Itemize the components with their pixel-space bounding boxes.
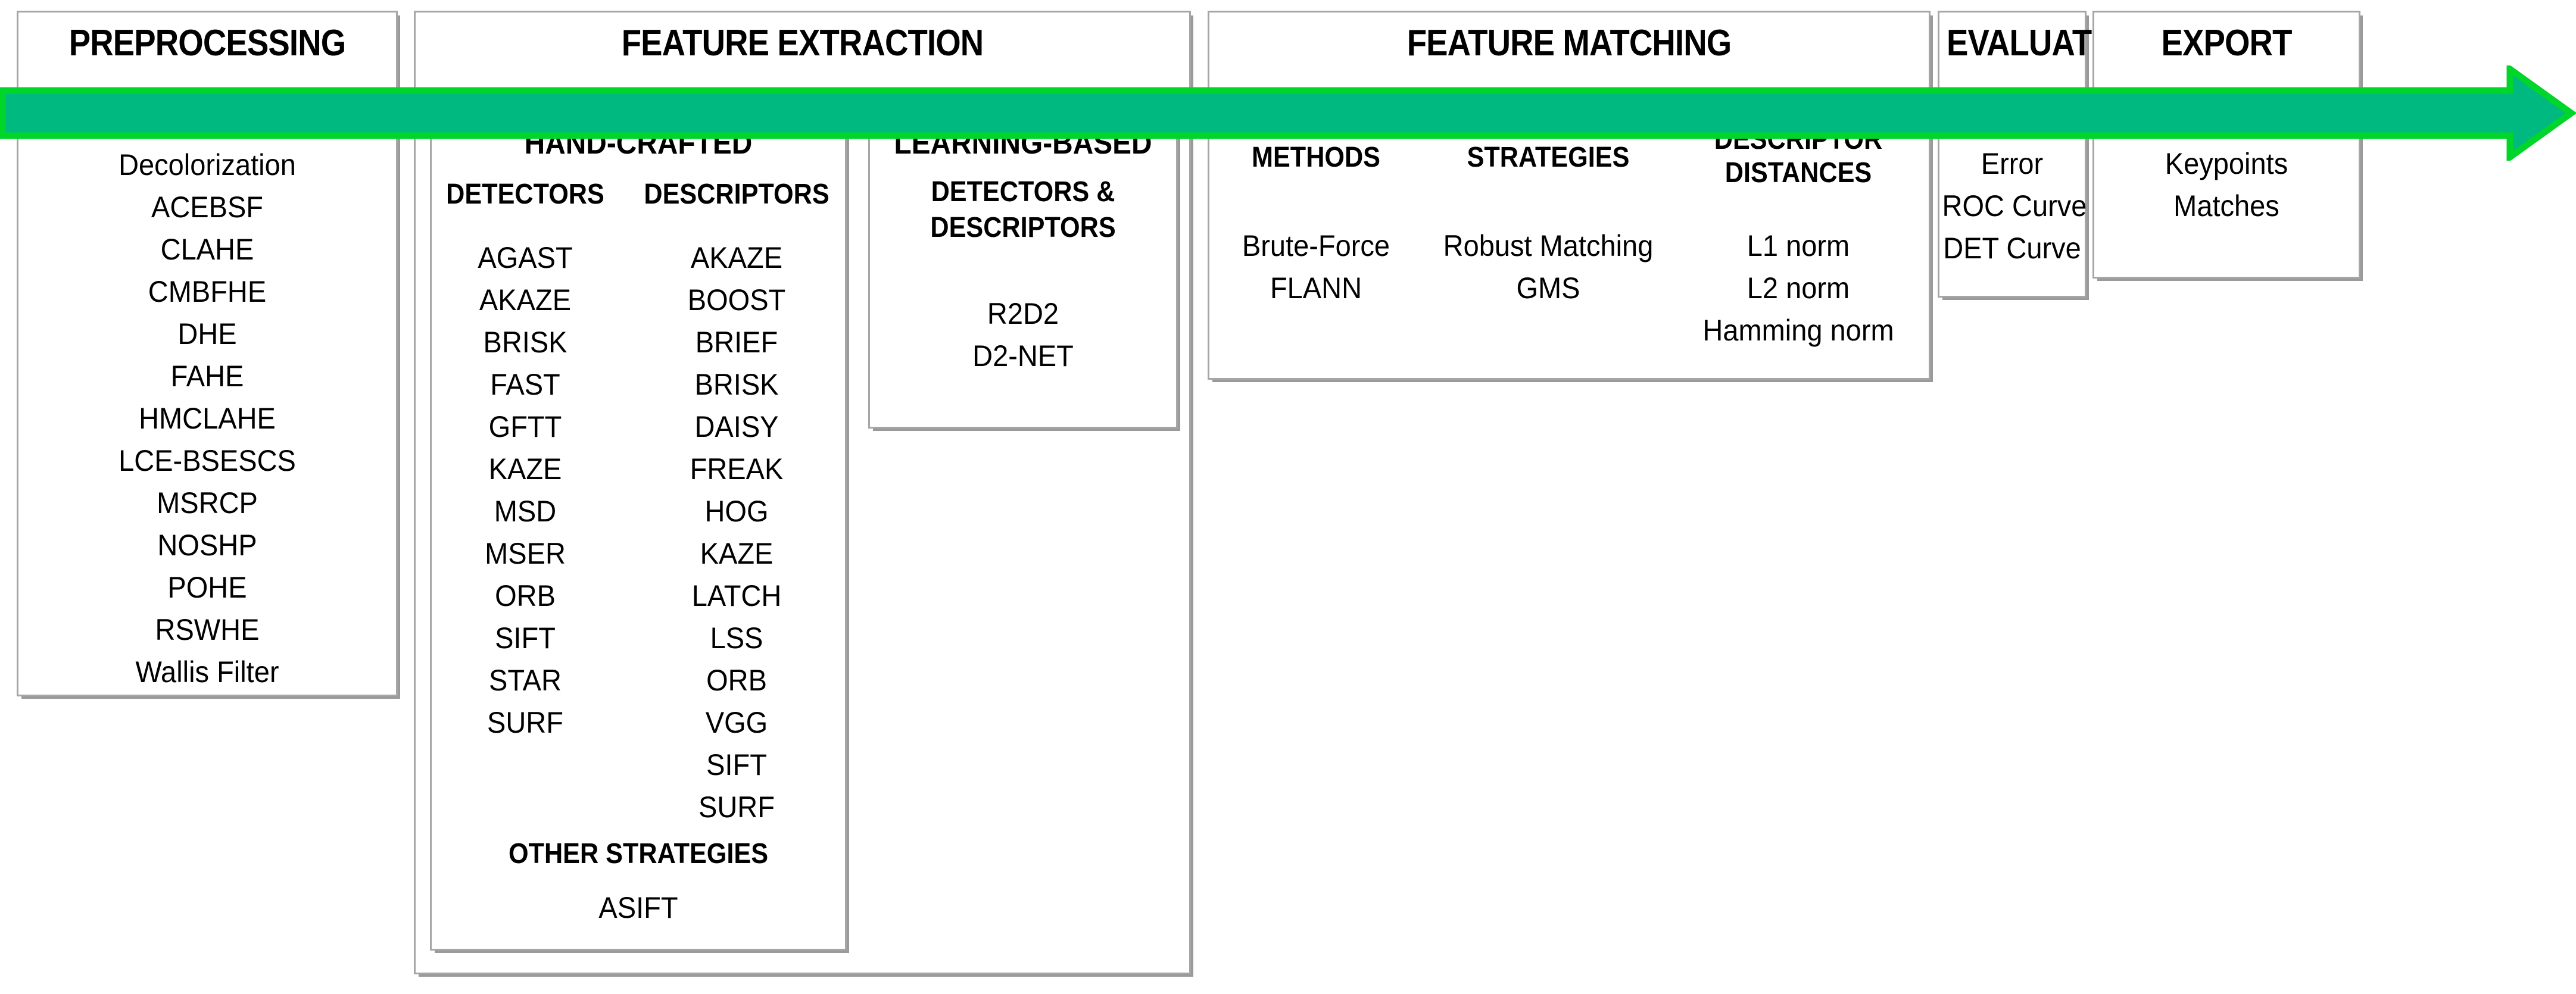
list-item: NOSHP <box>157 529 257 562</box>
list-item: GMS <box>1516 271 1580 305</box>
item-list-strategies: Robust Matching GMS <box>1436 225 1660 310</box>
list-item: AKAZE <box>479 283 572 317</box>
column-header-descriptor-distances-line2: DISTANCES <box>1724 157 1872 189</box>
stage-title-feature-extraction: FEATURE EXTRACTION <box>621 23 984 64</box>
list-item: Robust Matching <box>1443 229 1654 262</box>
list-item: L1 norm <box>1747 229 1850 262</box>
list-item: GFTT <box>488 410 562 443</box>
list-item: Matches <box>2173 189 2279 223</box>
list-item: D2-NET <box>972 339 1074 373</box>
list-item: MSRCP <box>157 486 258 520</box>
list-item: POHE <box>167 571 247 604</box>
list-item: LSS <box>710 621 763 655</box>
list-item: FLANN <box>1270 271 1362 305</box>
list-item: AGAST <box>478 241 573 274</box>
list-item: STAR <box>489 664 562 697</box>
list-item: FAHE <box>170 360 244 393</box>
list-item: DET Curve <box>1943 232 2081 265</box>
subgroup-title-learning-based: LEARNING-BASED <box>894 126 1152 161</box>
item-list-preprocessing: Decolorization ACEBSF CLAHE CMBFHE DHE F… <box>28 144 386 693</box>
list-item: SIFT <box>495 621 556 655</box>
list-item: AKAZE <box>690 241 783 274</box>
column-header-descriptors: DESCRIPTORS <box>644 179 829 210</box>
item-list-descriptors: AKAZE BOOST BRIEF BRISK DAISY FREAK HOG … <box>633 237 840 829</box>
list-item: KAZE <box>700 537 774 570</box>
list-item: Error <box>1981 147 2044 180</box>
list-item: Brute-Force <box>1242 229 1390 262</box>
item-list-descriptor-distances: L1 norm L2 norm Hamming norm <box>1681 225 1916 352</box>
item-list-evaluation: Error ROC Curve DET Curve <box>1942 143 2087 270</box>
column-header-other-strategies: OTHER STRATEGIES <box>508 838 769 870</box>
list-item: SURF <box>698 790 775 824</box>
list-item: HOG <box>704 495 769 528</box>
list-item: SIFT <box>706 748 767 782</box>
list-item: R2D2 <box>987 297 1059 330</box>
list-item: Decolorization <box>118 148 296 182</box>
list-item: BRISK <box>694 368 779 401</box>
stage-title-feature-matching: FEATURE MATCHING <box>1406 23 1732 64</box>
list-item: Wallis Filter <box>135 655 279 689</box>
list-item: FAST <box>490 368 560 401</box>
list-item: DHE <box>177 317 237 351</box>
list-item: ROC Curve <box>1942 189 2087 223</box>
list-item: BOOST <box>687 283 786 317</box>
list-item: LATCH <box>691 579 782 612</box>
list-item: CLAHE <box>160 233 254 266</box>
stage-title-preprocessing: PREPROCESSING <box>68 23 346 64</box>
list-item: CMBFHE <box>148 275 267 308</box>
list-item: DAISY <box>694 410 779 443</box>
column-header-methods: METHODS <box>1252 142 1380 173</box>
list-item: MSD <box>494 495 557 528</box>
subgroup-subtitle-learning-based-line1: DETECTORS & <box>931 176 1115 208</box>
pipeline-diagram: PREPROCESSING Decolorization ACEBSF CLAH… <box>0 0 2576 994</box>
list-item: LCE-BSESCS <box>118 444 296 477</box>
item-list-other-strategies: ASIFT <box>442 887 834 929</box>
list-item: ORB <box>495 579 556 612</box>
list-item: BRISK <box>483 326 567 359</box>
list-item: SURF <box>487 706 563 739</box>
list-item: MSER <box>485 537 566 570</box>
stage-title-evaluation: EVALUATION <box>1947 23 2148 64</box>
list-item: HMCLAHE <box>139 402 276 435</box>
column-header-descriptor-distances-line1: DESCRIPTOR <box>1714 124 1883 155</box>
list-item: VGG <box>705 706 768 739</box>
list-item: ORB <box>706 664 767 697</box>
column-header-strategies: STRATEGIES <box>1467 142 1630 173</box>
list-item: L2 norm <box>1747 271 1850 305</box>
list-item: Keypoints <box>2165 147 2288 180</box>
list-item: ACEBSF <box>151 190 264 224</box>
list-item: KAZE <box>488 452 562 486</box>
stage-title-export: EXPORT <box>2161 23 2292 64</box>
list-item: FREAK <box>690 452 784 486</box>
item-list-learning-based: R2D2 D2-NET <box>878 293 1169 377</box>
list-item: Hamming norm <box>1702 314 1894 347</box>
list-item: RSWHE <box>155 613 260 646</box>
column-header-detectors: DETECTORS <box>446 179 604 210</box>
item-list-export: Keypoints Matches <box>2101 143 2353 227</box>
subgroup-title-hand-crafted: HAND-CRAFTED <box>524 126 753 161</box>
subgroup-subtitle-learning-based-line2: DESCRIPTORS <box>930 212 1116 243</box>
item-list-detectors: AGAST AKAZE BRISK FAST GFTT KAZE MSD MSE… <box>436 237 615 744</box>
item-list-methods: Brute-Force FLANN <box>1221 225 1411 310</box>
list-item: ASIFT <box>598 891 678 924</box>
list-item: BRIEF <box>695 326 778 359</box>
